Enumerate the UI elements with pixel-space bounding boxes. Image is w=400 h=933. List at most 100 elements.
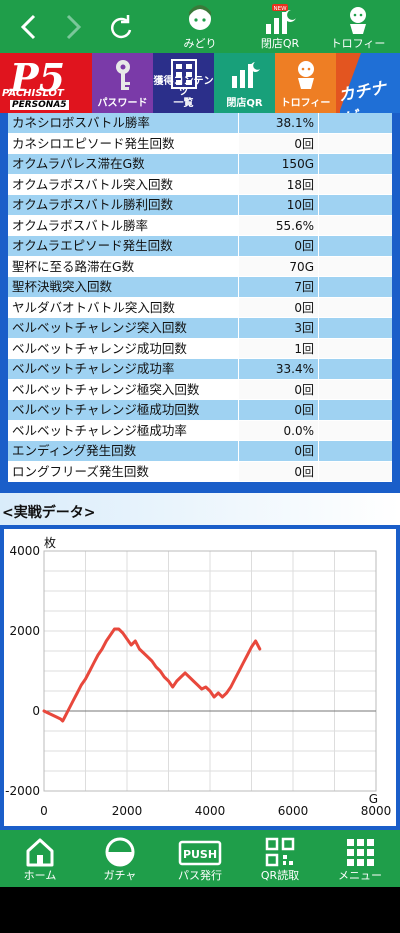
stat-label: オクムラボスバトル勝利回数: [8, 195, 238, 215]
top-navigation-bar: みどり NEW 閉店QR トロフィー: [0, 0, 400, 53]
top-item-closing-qr[interactable]: NEW 閉店QR: [248, 4, 312, 52]
reload-icon[interactable]: [104, 10, 138, 44]
stats-rows: カネシロボスバトル勝率 38.1% カネシロエピソード発生回数 0回 オクムラパレス滞在…: [8, 113, 392, 482]
stat-row: エンディング発生回数 0回: [8, 441, 392, 462]
stat-row: 聖杯に至る路滞在G数 70G: [8, 256, 392, 277]
push-ticket-icon: PUSH: [178, 840, 222, 866]
category-label: パスワード: [97, 98, 148, 109]
x-tick-label: 2000: [112, 804, 143, 818]
stat-row: ベルベットチャレンジ極成功率 0.0%: [8, 420, 392, 441]
stat-extra-cell: [318, 400, 392, 420]
stat-row: ヤルダバオトバトル突入回数 0回: [8, 297, 392, 318]
top-item-trophy[interactable]: トロフィー: [326, 4, 390, 52]
y-tick-label: 0: [32, 704, 40, 718]
logo-subtext: PACHISLOT: [2, 88, 64, 99]
kachinavi-banner[interactable]: カチナビ: [337, 53, 400, 129]
y-axis-unit-label: 枚: [44, 535, 56, 550]
stat-extra-cell: [318, 379, 392, 399]
stat-extra-cell: [318, 174, 392, 194]
stat-row: オクムラボスバトル突入回数 18回: [8, 174, 392, 195]
stat-extra-cell: [318, 461, 392, 481]
stat-value: 0.0%: [238, 420, 318, 440]
stat-extra-cell: [318, 359, 392, 379]
stat-row: オクムラエピソード発生回数 0回: [8, 236, 392, 257]
stat-value: 18回: [238, 174, 318, 194]
stat-extra-cell: [318, 277, 392, 297]
stat-label: オクムラボスバトル勝率: [8, 215, 238, 235]
stat-label: 聖杯に至る路滞在G数: [8, 256, 238, 276]
stat-row: ベルベットチャレンジ成功率 33.4%: [8, 359, 392, 380]
bottom-item-label: QR読取: [260, 869, 300, 882]
bottom-item-label: ガチャ: [103, 869, 137, 882]
stat-label: ロングフリーズ発生回数: [8, 461, 238, 481]
bottom-item-menu[interactable]: メニュー: [325, 836, 395, 886]
qr-code-icon: [265, 837, 295, 867]
x-tick-label: 0: [40, 804, 48, 818]
y-tick-label: -2000: [5, 784, 40, 798]
stat-row: カネシロエピソード発生回数 0回: [8, 133, 392, 154]
stat-row: オクムラパレス滞在G数 150G: [8, 154, 392, 175]
forward-arrow-icon[interactable]: [56, 10, 90, 44]
stat-row: カネシロボスバトル勝率 38.1%: [8, 113, 392, 134]
category-trophy[interactable]: トロフィー: [275, 53, 336, 113]
x-tick-label: 4000: [195, 804, 226, 818]
stats-table: カネシロボスバトル勝率 38.1% カネシロエピソード発生回数 0回 オクムラパレス滞在…: [0, 113, 400, 493]
bar-chart-moon-icon: NEW: [266, 4, 296, 34]
character-face-icon: [189, 5, 211, 30]
category-password[interactable]: パスワード: [92, 53, 153, 113]
stat-value: 1回: [238, 338, 318, 358]
stat-extra-cell: [318, 215, 392, 235]
top-item-midori[interactable]: みどり: [168, 4, 232, 52]
stat-value: 3回: [238, 318, 318, 338]
bottom-item-pass-issue[interactable]: PUSH パス発行: [165, 836, 235, 886]
new-badge: NEW: [273, 6, 287, 12]
stat-value: 0回: [238, 297, 318, 317]
stat-label: オクムラパレス滞在G数: [8, 154, 238, 174]
stat-label: エンディング発生回数: [8, 441, 238, 461]
logo-subtext-2: PERSONA5: [10, 100, 69, 110]
gacha-capsule-icon: [105, 837, 135, 867]
bottom-item-home[interactable]: ホーム: [5, 836, 75, 886]
stat-extra-cell: [318, 113, 392, 133]
section-title: <実戦データ>: [2, 505, 96, 521]
stat-extra-cell: [318, 297, 392, 317]
stat-label: オクムラエピソード発生回数: [8, 236, 238, 256]
stat-value: 0回: [238, 236, 318, 256]
back-arrow-icon[interactable]: [12, 10, 46, 44]
stat-label: ベルベットチャレンジ成功率: [8, 359, 238, 379]
persona5-logo[interactable]: P5 PACHISLOT PERSONA5: [0, 53, 92, 113]
bottom-navigation-bar: ホーム ガチャ PUSH パス発行 QR読取 メニュー: [0, 830, 400, 887]
bottom-item-label: ホーム: [23, 869, 57, 882]
stat-value: 0回: [238, 441, 318, 461]
stat-row: ロングフリーズ発生回数 0回: [8, 461, 392, 482]
stat-row: 聖杯決戦突入回数 7回: [8, 277, 392, 298]
category-label: 閉店QR: [226, 98, 263, 109]
bottom-item-qr-scan[interactable]: QR読取: [245, 836, 315, 886]
category-acquired-content[interactable]: 獲得コンテンツ 一覧: [153, 53, 214, 113]
stat-value: 38.1%: [238, 113, 318, 133]
bar-chart-moon-icon: [231, 62, 260, 88]
stat-row: ベルベットチャレンジ極突入回数 0回: [8, 379, 392, 400]
stat-value: 0回: [238, 133, 318, 153]
stat-label: ベルベットチャレンジ極成功回数: [8, 400, 238, 420]
stat-extra-cell: [318, 318, 392, 338]
bottom-item-gacha[interactable]: ガチャ: [85, 836, 155, 886]
stat-label: 聖杯決戦突入回数: [8, 277, 238, 297]
category-label: トロフィー: [280, 98, 331, 109]
stat-label: ベルベットチャレンジ極成功率: [8, 420, 238, 440]
stat-row: オクムラボスバトル勝率 55.6%: [8, 215, 392, 236]
stat-extra-cell: [318, 195, 392, 215]
result-chart-panel: 4000 2000 0 -2000 0 2000 4000 6000 8000 枚 G: [0, 525, 400, 830]
stat-label: カネシロエピソード発生回数: [8, 133, 238, 153]
stat-label: オクムラボスバトル突入回数: [8, 174, 238, 194]
stat-extra-cell: [318, 256, 392, 276]
system-bar: [0, 887, 400, 933]
home-icon: [26, 838, 54, 867]
stat-label: ヤルダバオトバトル突入回数: [8, 297, 238, 317]
stat-extra-cell: [318, 441, 392, 461]
stat-label: ベルベットチャレンジ突入回数: [8, 318, 238, 338]
stat-value: 33.4%: [238, 359, 318, 379]
category-closing-qr[interactable]: 閉店QR: [214, 53, 275, 113]
stat-value: 7回: [238, 277, 318, 297]
top-item-label: 閉店QR: [260, 37, 300, 50]
